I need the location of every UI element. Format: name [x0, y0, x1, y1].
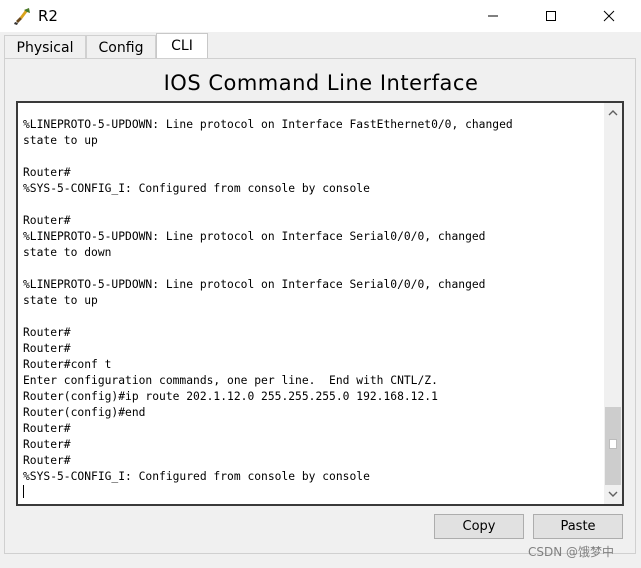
- minimize-icon: [488, 15, 498, 17]
- terminal-line: %LINEPROTO-5-UPDOWN: Line protocol on In…: [23, 278, 486, 291]
- scroll-down-arrow-icon: [608, 491, 618, 497]
- terminal-line: %LINEPROTO-5-UPDOWN: Line protocol on In…: [23, 118, 513, 131]
- scroll-thumb-grip: [609, 439, 617, 449]
- terminal-line: Router#: [23, 214, 71, 227]
- terminal-line: Router(config)#ip route 202.1.12.0 255.2…: [23, 390, 438, 403]
- tab-physical[interactable]: Physical: [4, 35, 86, 59]
- close-button[interactable]: [586, 0, 632, 32]
- terminal-line: Router#: [23, 454, 71, 467]
- terminal-cursor: [23, 485, 24, 498]
- terminal-output[interactable]: %LINEPROTO-5-UPDOWN: Line protocol on In…: [23, 117, 605, 501]
- terminal-line: Enter configuration commands, one per li…: [23, 374, 438, 387]
- router-app-icon: [12, 6, 32, 26]
- terminal-line: state to up: [23, 294, 98, 307]
- terminal-line: Router#: [23, 342, 71, 355]
- title-bar: R2: [0, 0, 641, 32]
- paste-button[interactable]: Paste: [533, 514, 623, 539]
- cli-terminal[interactable]: %LINEPROTO-5-UPDOWN: Line protocol on In…: [16, 101, 624, 506]
- terminal-line: Router#: [23, 326, 71, 339]
- terminal-line: %SYS-5-CONFIG_I: Configured from console…: [23, 182, 370, 195]
- maximize-icon: [546, 11, 556, 21]
- terminal-line: Router#conf t: [23, 358, 112, 371]
- terminal-line: [23, 485, 605, 501]
- terminal-line: %SYS-5-CONFIG_I: Configured from console…: [23, 470, 370, 483]
- panel-title: IOS Command Line Interface: [163, 71, 479, 95]
- tab-config[interactable]: Config: [86, 35, 156, 59]
- terminal-line: Router(config)#end: [23, 406, 146, 419]
- close-icon: [603, 10, 615, 22]
- terminal-line: Router#: [23, 166, 71, 179]
- window-title: R2: [38, 7, 58, 25]
- terminal-line: state to down: [23, 246, 112, 259]
- scroll-up-button[interactable]: [604, 105, 622, 121]
- terminal-line: Router#: [23, 438, 71, 451]
- tab-cli[interactable]: CLI: [156, 33, 208, 59]
- terminal-line: %LINEPROTO-5-UPDOWN: Line protocol on In…: [23, 230, 486, 243]
- minimize-button[interactable]: [470, 0, 516, 32]
- scroll-thumb[interactable]: [605, 407, 621, 485]
- terminal-scrollbar[interactable]: [604, 103, 622, 504]
- scroll-up-arrow-icon: [608, 110, 618, 116]
- watermark: CSDN @饿梦中: [528, 545, 615, 559]
- scroll-down-button[interactable]: [604, 486, 622, 502]
- copy-button[interactable]: Copy: [434, 514, 524, 539]
- maximize-button[interactable]: [528, 0, 574, 32]
- terminal-line: Router#: [23, 422, 71, 435]
- terminal-line: state to up: [23, 134, 98, 147]
